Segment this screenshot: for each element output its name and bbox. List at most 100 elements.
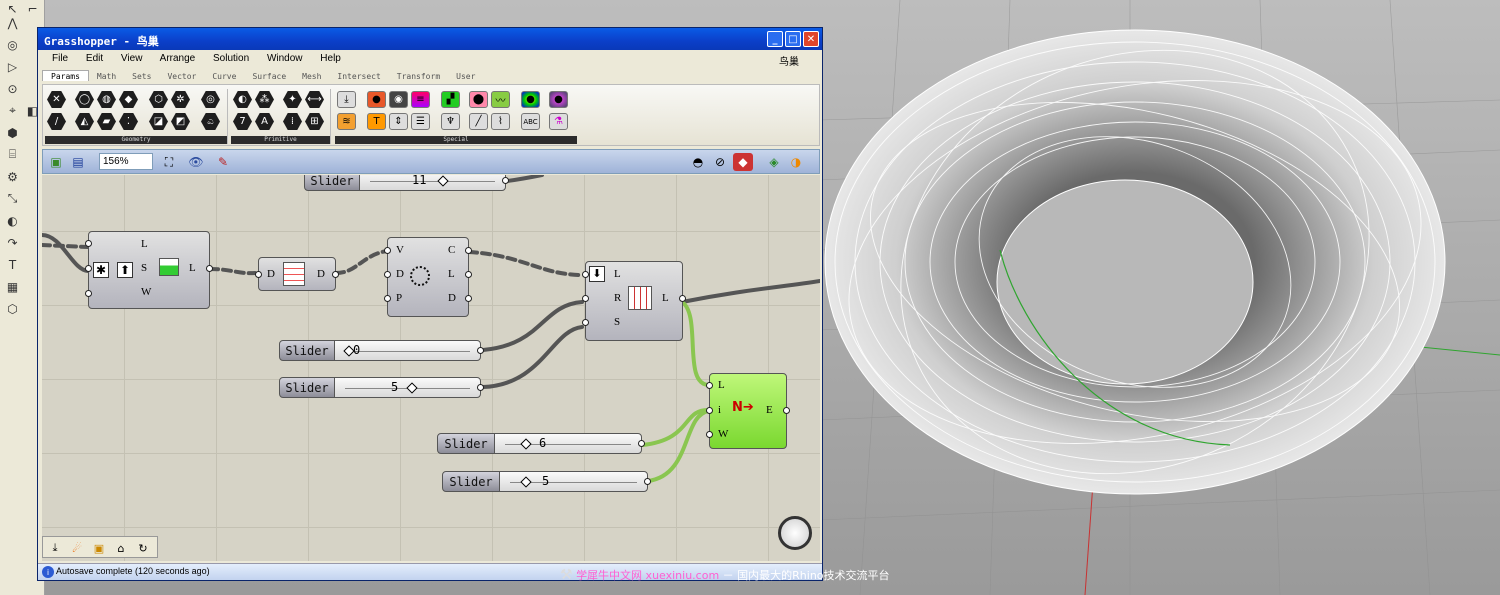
output-port[interactable] (679, 295, 686, 302)
input-port[interactable] (582, 271, 589, 278)
output-port[interactable] (783, 407, 790, 414)
gradient-icon[interactable]: ≡ (411, 91, 430, 108)
boolean-icon[interactable]: ◐ (4, 212, 21, 229)
navigation-dial-icon[interactable] (778, 516, 812, 550)
preview-icon[interactable]: ◆ (733, 153, 753, 171)
input-port[interactable] (582, 319, 589, 326)
output-port[interactable] (502, 177, 509, 184)
output-port[interactable] (644, 478, 651, 485)
sphere-preview-icon[interactable]: ● (549, 91, 568, 108)
minimize-button[interactable]: _ (767, 31, 783, 47)
graph-icon[interactable]: ⌇ (491, 113, 510, 130)
component-bounds[interactable]: L S W L ✱ ⬆ (85, 231, 213, 309)
close-button[interactable]: ✕ (803, 31, 819, 47)
slider-knob[interactable] (520, 438, 533, 450)
output-port[interactable] (477, 384, 484, 391)
boolean-param-icon[interactable]: ◐ (233, 91, 252, 108)
output-port[interactable] (465, 295, 472, 302)
twisted-box-icon[interactable]: ◪ (149, 113, 168, 130)
window-titlebar[interactable]: Grasshopper - 鸟巢 _ □ ✕ (38, 28, 822, 50)
tab-params[interactable]: Params (42, 70, 89, 81)
menu-solution[interactable]: Solution (213, 53, 249, 64)
plane-param-icon[interactable]: ▰ (97, 113, 116, 130)
transform-icon[interactable]: ⤡ (4, 190, 21, 207)
number-slider[interactable]: Slider 6 (437, 433, 646, 454)
shaded-icon[interactable]: ◓ (689, 153, 707, 171)
input-port[interactable] (384, 271, 391, 278)
slider-param-icon[interactable]: ⇕ (389, 113, 408, 130)
package-icon[interactable]: ▣ (89, 539, 109, 557)
box-icon[interactable]: ⬢ (4, 124, 21, 141)
bezier-icon[interactable]: ╱ (469, 113, 488, 130)
component-weave[interactable]: L i W E N➔ (706, 373, 790, 449)
matrix-param-icon[interactable]: ⁞ (283, 113, 302, 130)
text-param-icon[interactable]: A (255, 113, 274, 130)
domain-param-icon[interactable]: ⟷ (305, 91, 324, 108)
slider-track[interactable]: 5 (499, 471, 648, 492)
number-slider[interactable]: Slider 11 (304, 175, 510, 191)
component-list-item[interactable]: ⬇ L R S L (582, 261, 686, 341)
menu-edit[interactable]: Edit (86, 53, 103, 64)
output-port[interactable] (465, 247, 472, 254)
point-icon[interactable]: ⌖ (4, 102, 21, 119)
output-port[interactable] (477, 347, 484, 354)
menu-arrange[interactable]: Arrange (160, 53, 196, 64)
color-icon[interactable]: ◑ (787, 153, 805, 171)
component-list[interactable]: D D (255, 257, 339, 291)
input-port[interactable] (384, 295, 391, 302)
input-port[interactable] (706, 382, 713, 389)
surface-param-icon[interactable]: ◆ (119, 91, 138, 108)
mesh-icon[interactable]: ⬡ (4, 300, 21, 317)
maximize-button[interactable]: □ (785, 31, 801, 47)
tab-intersect[interactable]: Intersect (329, 71, 388, 81)
panel-icon[interactable]: ☰ (411, 113, 430, 130)
colour-wheel-icon[interactable]: ● (521, 91, 540, 108)
input-port[interactable] (582, 295, 589, 302)
arc-icon[interactable]: ▷ (4, 58, 21, 75)
text-icon[interactable]: T (4, 256, 21, 273)
menu-window[interactable]: Window (267, 53, 303, 64)
slider-knob[interactable] (520, 476, 532, 488)
curve-icon[interactable]: ⊙ (4, 80, 21, 97)
tab-curve[interactable]: Curve (204, 71, 244, 81)
number-param-icon[interactable]: ✦ (283, 91, 302, 108)
slider-track[interactable]: 6 (494, 433, 642, 454)
output-port[interactable] (465, 271, 472, 278)
import-icon[interactable]: ⤓ (45, 539, 65, 557)
image-sampler-icon[interactable]: ▞ (441, 91, 460, 108)
mesh-param-icon[interactable]: ◭ (75, 113, 94, 130)
import-icon[interactable]: ⤓ (337, 91, 356, 108)
color-swatch-icon[interactable]: ● (367, 91, 386, 108)
vector-param-icon[interactable]: ◩ (171, 113, 190, 130)
tree-icon[interactable]: ♆ (441, 113, 460, 130)
zoom-extents-icon[interactable]: ⛶ (159, 153, 179, 171)
menu-file[interactable]: File (52, 53, 68, 64)
graph-mapper-icon[interactable]: 〰 (491, 91, 510, 108)
toggle-icon[interactable]: T (367, 113, 386, 130)
drag-icon[interactable]: ↷ (4, 234, 21, 251)
integer-param-icon[interactable]: ⁂ (255, 91, 274, 108)
grid-icon[interactable]: ▦ (4, 278, 21, 295)
tab-mesh[interactable]: Mesh (294, 71, 329, 81)
corner-icon[interactable]: ⌐ (24, 0, 41, 17)
bake-icon[interactable]: ◈ (765, 153, 783, 171)
slider-knob[interactable] (406, 382, 418, 394)
circle-param-icon[interactable]: ◯ (75, 91, 94, 108)
open-icon[interactable]: ▣ (47, 153, 65, 171)
input-port[interactable] (706, 407, 713, 414)
point-param-icon[interactable]: ⁚ (119, 113, 138, 130)
twisted-torus[interactable] (815, 0, 1455, 549)
slider-track[interactable]: 0 (334, 340, 481, 361)
zoom-dropdown[interactable]: 156% (99, 153, 153, 170)
menu-view[interactable]: View (121, 53, 143, 64)
tab-transform[interactable]: Transform (389, 71, 448, 81)
input-port[interactable] (706, 431, 713, 438)
cylinder-icon[interactable]: ⌸ (4, 146, 21, 163)
magnet-icon[interactable]: ⌂ (111, 539, 131, 557)
wire-icon[interactable]: ⊘ (711, 153, 729, 171)
number-slider[interactable]: Slider 5 (442, 471, 652, 492)
output-port[interactable] (332, 271, 339, 278)
gradient-bar-icon[interactable]: ⬤ (469, 91, 488, 108)
knob-icon[interactable]: ◉ (389, 91, 408, 108)
time-param-icon[interactable]: ⊞ (305, 113, 324, 130)
